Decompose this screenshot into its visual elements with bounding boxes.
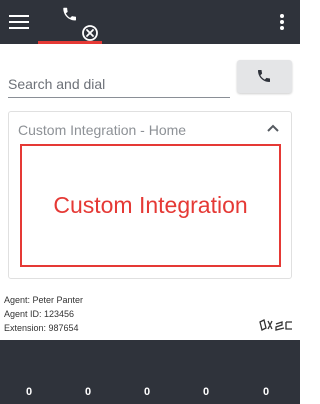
integration-frame: Custom Integration [20,144,281,267]
hamburger-menu-icon[interactable] [9,15,29,29]
phone-icon [258,70,270,82]
chevron-up-icon[interactable] [267,124,279,132]
agent-info: Agent: Peter Panter Agent ID: 123456 Ext… [4,293,83,335]
custom-integration-card: Custom Integration - Home Custom Integra… [8,111,292,279]
agent-id: Agent ID: 123456 [4,309,75,319]
card-title: Custom Integration - Home [18,122,187,138]
agent-extension: Extension: 987654 [4,323,79,333]
more-vertical-icon[interactable] [278,14,286,32]
tab-phone[interactable] [38,0,102,44]
stat-counter-1: 0 [25,386,33,398]
phone-cancel-icon [63,7,98,41]
search-and-dial-input[interactable] [8,70,230,98]
active-tab-indicator [38,41,102,44]
integration-label: Custom Integration [53,192,248,218]
agent-name: Agent: Peter Panter [4,295,84,305]
stat-counter-2: 0 [84,386,92,398]
stat-counter-5: 0 [262,386,270,398]
stat-counter-3: 0 [143,386,151,398]
bottom-status-bar: 0 0 0 0 0 [0,340,300,404]
card-header[interactable]: Custom Integration - Home [9,112,291,145]
stat-counter-4: 0 [202,386,210,398]
brand-logo-icon [259,319,292,331]
dial-button[interactable] [237,60,292,93]
top-bar [0,0,300,44]
